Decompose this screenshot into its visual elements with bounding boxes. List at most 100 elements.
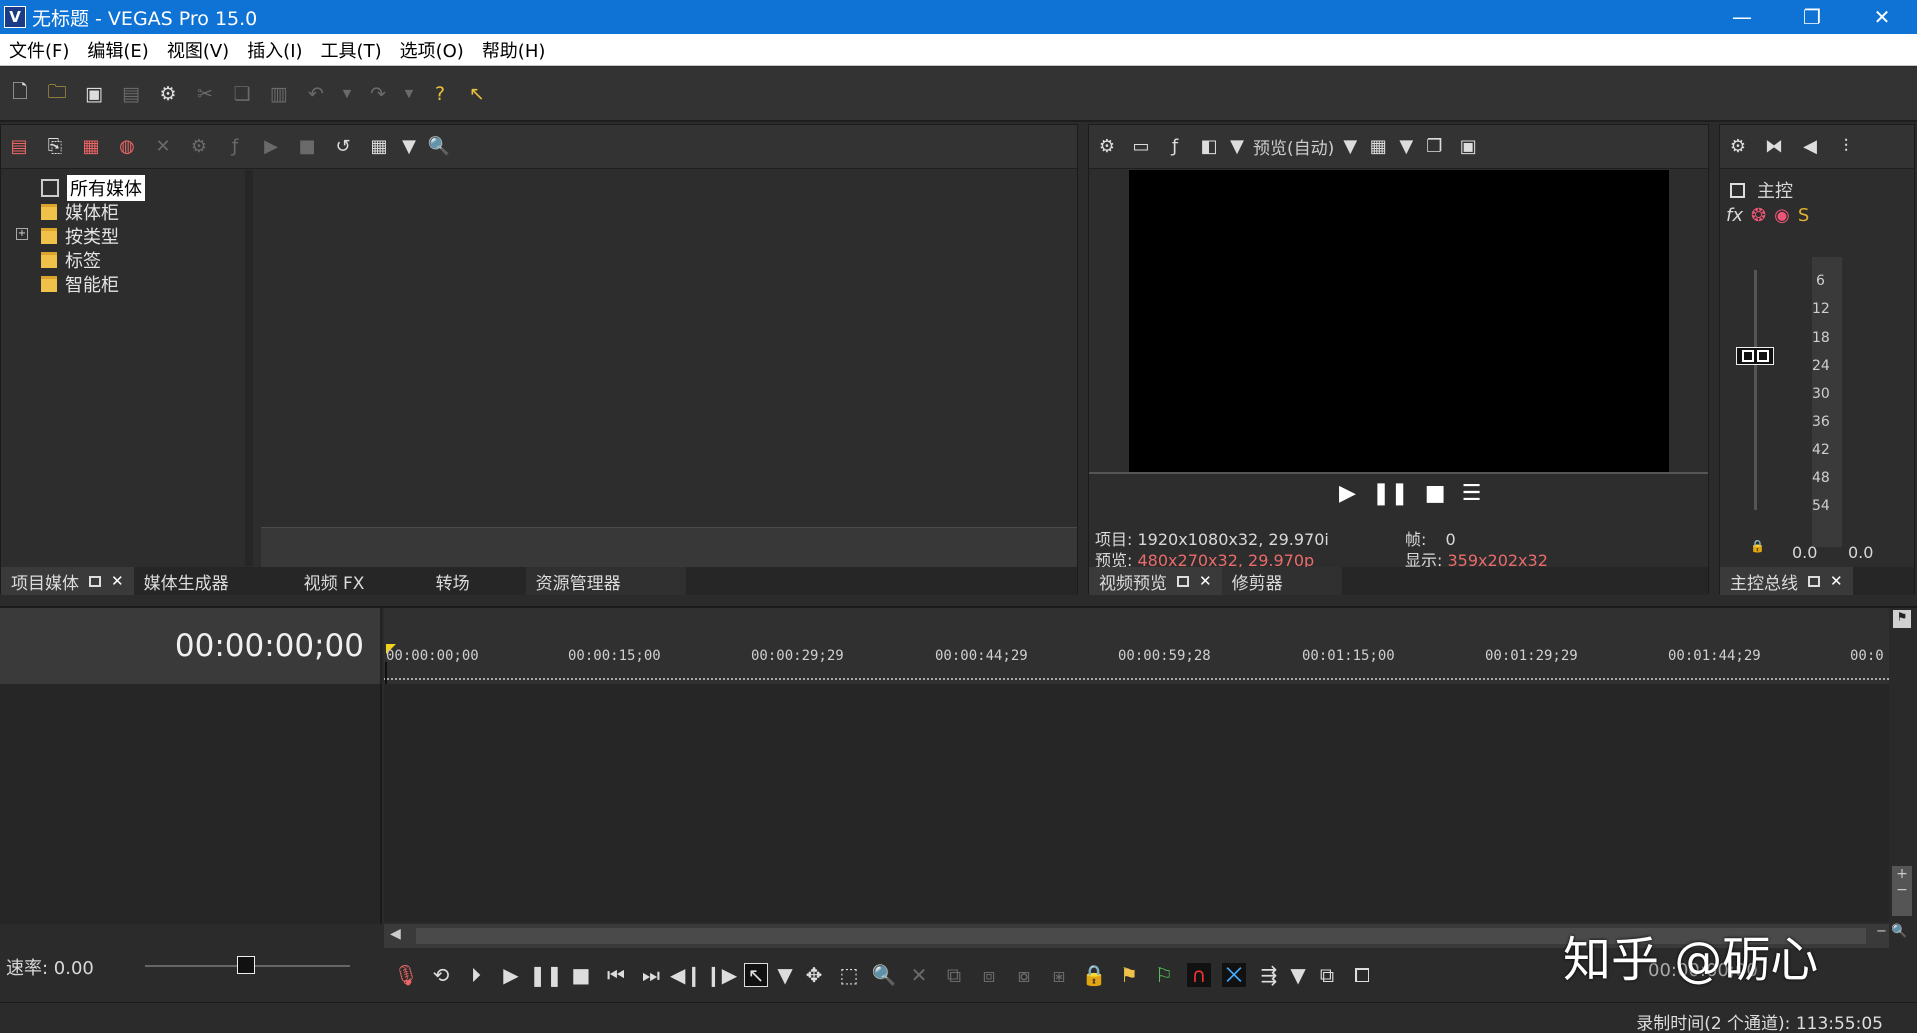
restore-button[interactable]: ❐ — [1777, 0, 1847, 34]
close-tab-icon[interactable]: ✕ — [111, 572, 124, 590]
close-tab-icon[interactable]: ✕ — [1830, 572, 1843, 590]
dim-output-icon[interactable]: ◀ — [1798, 135, 1822, 159]
automation-icon[interactable]: ❂ — [1751, 205, 1766, 226]
quality-dropdown-icon[interactable]: ▼ — [1343, 135, 1357, 159]
play-icon[interactable]: ▶ — [1339, 481, 1356, 506]
tab-trimmer[interactable]: 修剪器 — [1221, 567, 1342, 595]
remove-media-icon[interactable]: ✕ — [151, 135, 175, 159]
properties-gear-icon[interactable]: ⚙ — [156, 82, 180, 106]
search-media-icon[interactable]: 🔍 — [427, 135, 451, 159]
external-monitor-icon[interactable]: ▭ — [1129, 135, 1153, 159]
ripple-dropdown-icon[interactable]: ▼ — [1290, 963, 1305, 987]
menu-lines-icon[interactable]: ☰ — [1462, 481, 1482, 506]
close-button[interactable]: ✕ — [1847, 0, 1917, 34]
tree-item-tags[interactable]: 标签 — [41, 248, 101, 272]
import-media-icon[interactable]: ▤ — [7, 135, 31, 159]
stop-media-icon[interactable]: ■ — [295, 135, 319, 159]
whats-this-help-icon[interactable]: ? — [428, 82, 452, 106]
insert-marker-icon[interactable]: ⚑ — [1117, 963, 1141, 987]
timecode-display[interactable]: 00:00:00;00 — [175, 628, 364, 664]
overlays-grid-icon[interactable]: ▦ — [1366, 135, 1390, 159]
tree-item-by-type[interactable]: 按类型 — [41, 224, 119, 248]
master-settings-gear-icon[interactable]: ⚙ — [1726, 135, 1750, 159]
selection-tool-icon[interactable]: ⬚ — [837, 963, 861, 987]
zoom-tool-icon[interactable]: 🔍 — [872, 963, 897, 987]
preview-quality-dropdown[interactable]: 预览(自动) — [1253, 134, 1334, 159]
menu-insert[interactable]: 插入(I) — [238, 37, 311, 63]
timeline-ruler[interactable]: 00:00:00;00 00:00:15;00 00:00:29;29 00:0… — [384, 608, 1889, 684]
trim-start-icon[interactable]: ⧈ — [977, 963, 1001, 987]
master-checkbox[interactable] — [1730, 182, 1745, 198]
tab-video-fx[interactable]: 视频 FX — [294, 567, 426, 595]
redo-icon[interactable]: ↷ — [366, 82, 390, 106]
marker-flag-icon[interactable]: ⚑ — [1893, 610, 1911, 628]
normal-edit-tool-icon[interactable]: ↖ — [744, 963, 768, 987]
stop-icon[interactable]: ■ — [569, 963, 593, 987]
remove-unused-media-icon[interactable]: ◍ — [115, 135, 139, 159]
mixer-sliders-icon[interactable]: ⫶ — [1834, 135, 1858, 159]
tab-explorer[interactable]: 资源管理器 — [525, 567, 686, 595]
lock-envelopes-icon[interactable]: ⧉ — [1315, 963, 1339, 987]
undock-icon[interactable] — [89, 575, 101, 587]
split-screen-icon[interactable]: ◧ — [1197, 135, 1221, 159]
zoom-control[interactable]: − 🔍 — [1876, 924, 1916, 948]
stop-icon[interactable]: ■ — [1425, 481, 1446, 506]
rate-slider-handle[interactable] — [237, 956, 255, 974]
snapping-magnet-icon[interactable]: ∩ — [1187, 963, 1211, 987]
views-icon[interactable]: ▦ — [367, 135, 391, 159]
save-icon[interactable]: ▣ — [82, 82, 106, 106]
media-list-area[interactable] — [261, 170, 1077, 520]
tree-item-media-bins[interactable]: 媒体柜 — [41, 200, 119, 224]
overlays-dropdown-icon[interactable]: ▼ — [1399, 135, 1413, 159]
go-to-start-icon[interactable]: ⏮ — [604, 963, 628, 987]
tree-item-all-media[interactable]: 所有媒体 — [41, 175, 145, 201]
split-icon[interactable]: ⧆ — [1047, 963, 1071, 987]
solo-icon[interactable]: S — [1798, 205, 1809, 226]
next-frame-icon[interactable]: ❙▶ — [705, 963, 737, 987]
previous-frame-icon[interactable]: ◀❙ — [670, 963, 702, 987]
delete-icon[interactable]: ✕ — [907, 963, 931, 987]
menu-help[interactable]: 帮助(H) — [473, 37, 555, 63]
undo-dropdown-icon[interactable]: ▼ — [341, 82, 353, 106]
media-properties-icon[interactable]: ⚙ — [187, 135, 211, 159]
vertical-scrollbar[interactable]: ⚑ + − — [1889, 608, 1915, 922]
preview-settings-gear-icon[interactable]: ⚙ — [1095, 135, 1119, 159]
new-file-icon[interactable]: 🗋 — [8, 81, 32, 106]
video-output-fx-icon[interactable]: ƒ — [1163, 135, 1187, 159]
timeline-tracks-area[interactable] — [384, 684, 1889, 922]
minimize-button[interactable]: — — [1707, 0, 1777, 34]
mute-icon[interactable]: ◉ — [1774, 205, 1790, 226]
edit-tool-dropdown-icon[interactable]: ▼ — [777, 963, 792, 987]
paste-icon[interactable]: ▥ — [267, 82, 291, 106]
master-fx-icon[interactable]: fx — [1726, 205, 1743, 226]
lock-icon[interactable]: 🔒 — [1082, 963, 1107, 987]
go-to-end-icon[interactable]: ⏭ — [639, 963, 663, 987]
envelope-tool-icon[interactable]: ✥ — [802, 963, 826, 987]
cut-icon[interactable]: ✂ — [193, 82, 217, 106]
record-icon[interactable]: 🎙 — [393, 963, 418, 987]
menu-tools[interactable]: 工具(T) — [312, 37, 391, 63]
close-tab-icon[interactable]: ✕ — [1199, 572, 1212, 590]
lock-icon[interactable]: 🔒 — [1750, 539, 1765, 553]
loop-playback-icon[interactable]: ⟲ — [429, 963, 453, 987]
play-icon[interactable]: ▶ — [499, 963, 523, 987]
media-fx-icon[interactable]: ƒ — [223, 135, 247, 159]
ignore-grouping-icon[interactable]: ⧠ — [1350, 963, 1374, 987]
menu-edit[interactable]: 编辑(E) — [78, 37, 157, 63]
undock-icon[interactable] — [1808, 575, 1820, 587]
split-dropdown-icon[interactable]: ▼ — [1230, 135, 1244, 159]
auto-preview-icon[interactable]: ↺ — [331, 135, 355, 159]
open-folder-icon[interactable]: 🗀 — [45, 81, 69, 106]
tab-video-preview[interactable]: 视频预览 ✕ — [1089, 567, 1222, 595]
menu-view[interactable]: 视图(V) — [158, 37, 238, 63]
copy-icon[interactable]: ❏ — [230, 82, 254, 106]
menu-options[interactable]: 选项(O) — [391, 37, 473, 63]
capture-video-icon[interactable]: ⎘ — [43, 135, 67, 159]
tree-item-smart-bins[interactable]: 智能柜 — [41, 272, 119, 296]
context-help-icon[interactable]: ↖ — [465, 82, 489, 106]
play-from-start-icon[interactable]: ⏵ — [464, 963, 488, 987]
undo-icon[interactable]: ↶ — [304, 82, 328, 106]
save-snapshot-icon[interactable]: ▣ — [1456, 135, 1480, 159]
render-as-icon[interactable]: ▤ — [119, 82, 143, 106]
scroll-left-icon[interactable]: ◀ — [390, 926, 401, 942]
